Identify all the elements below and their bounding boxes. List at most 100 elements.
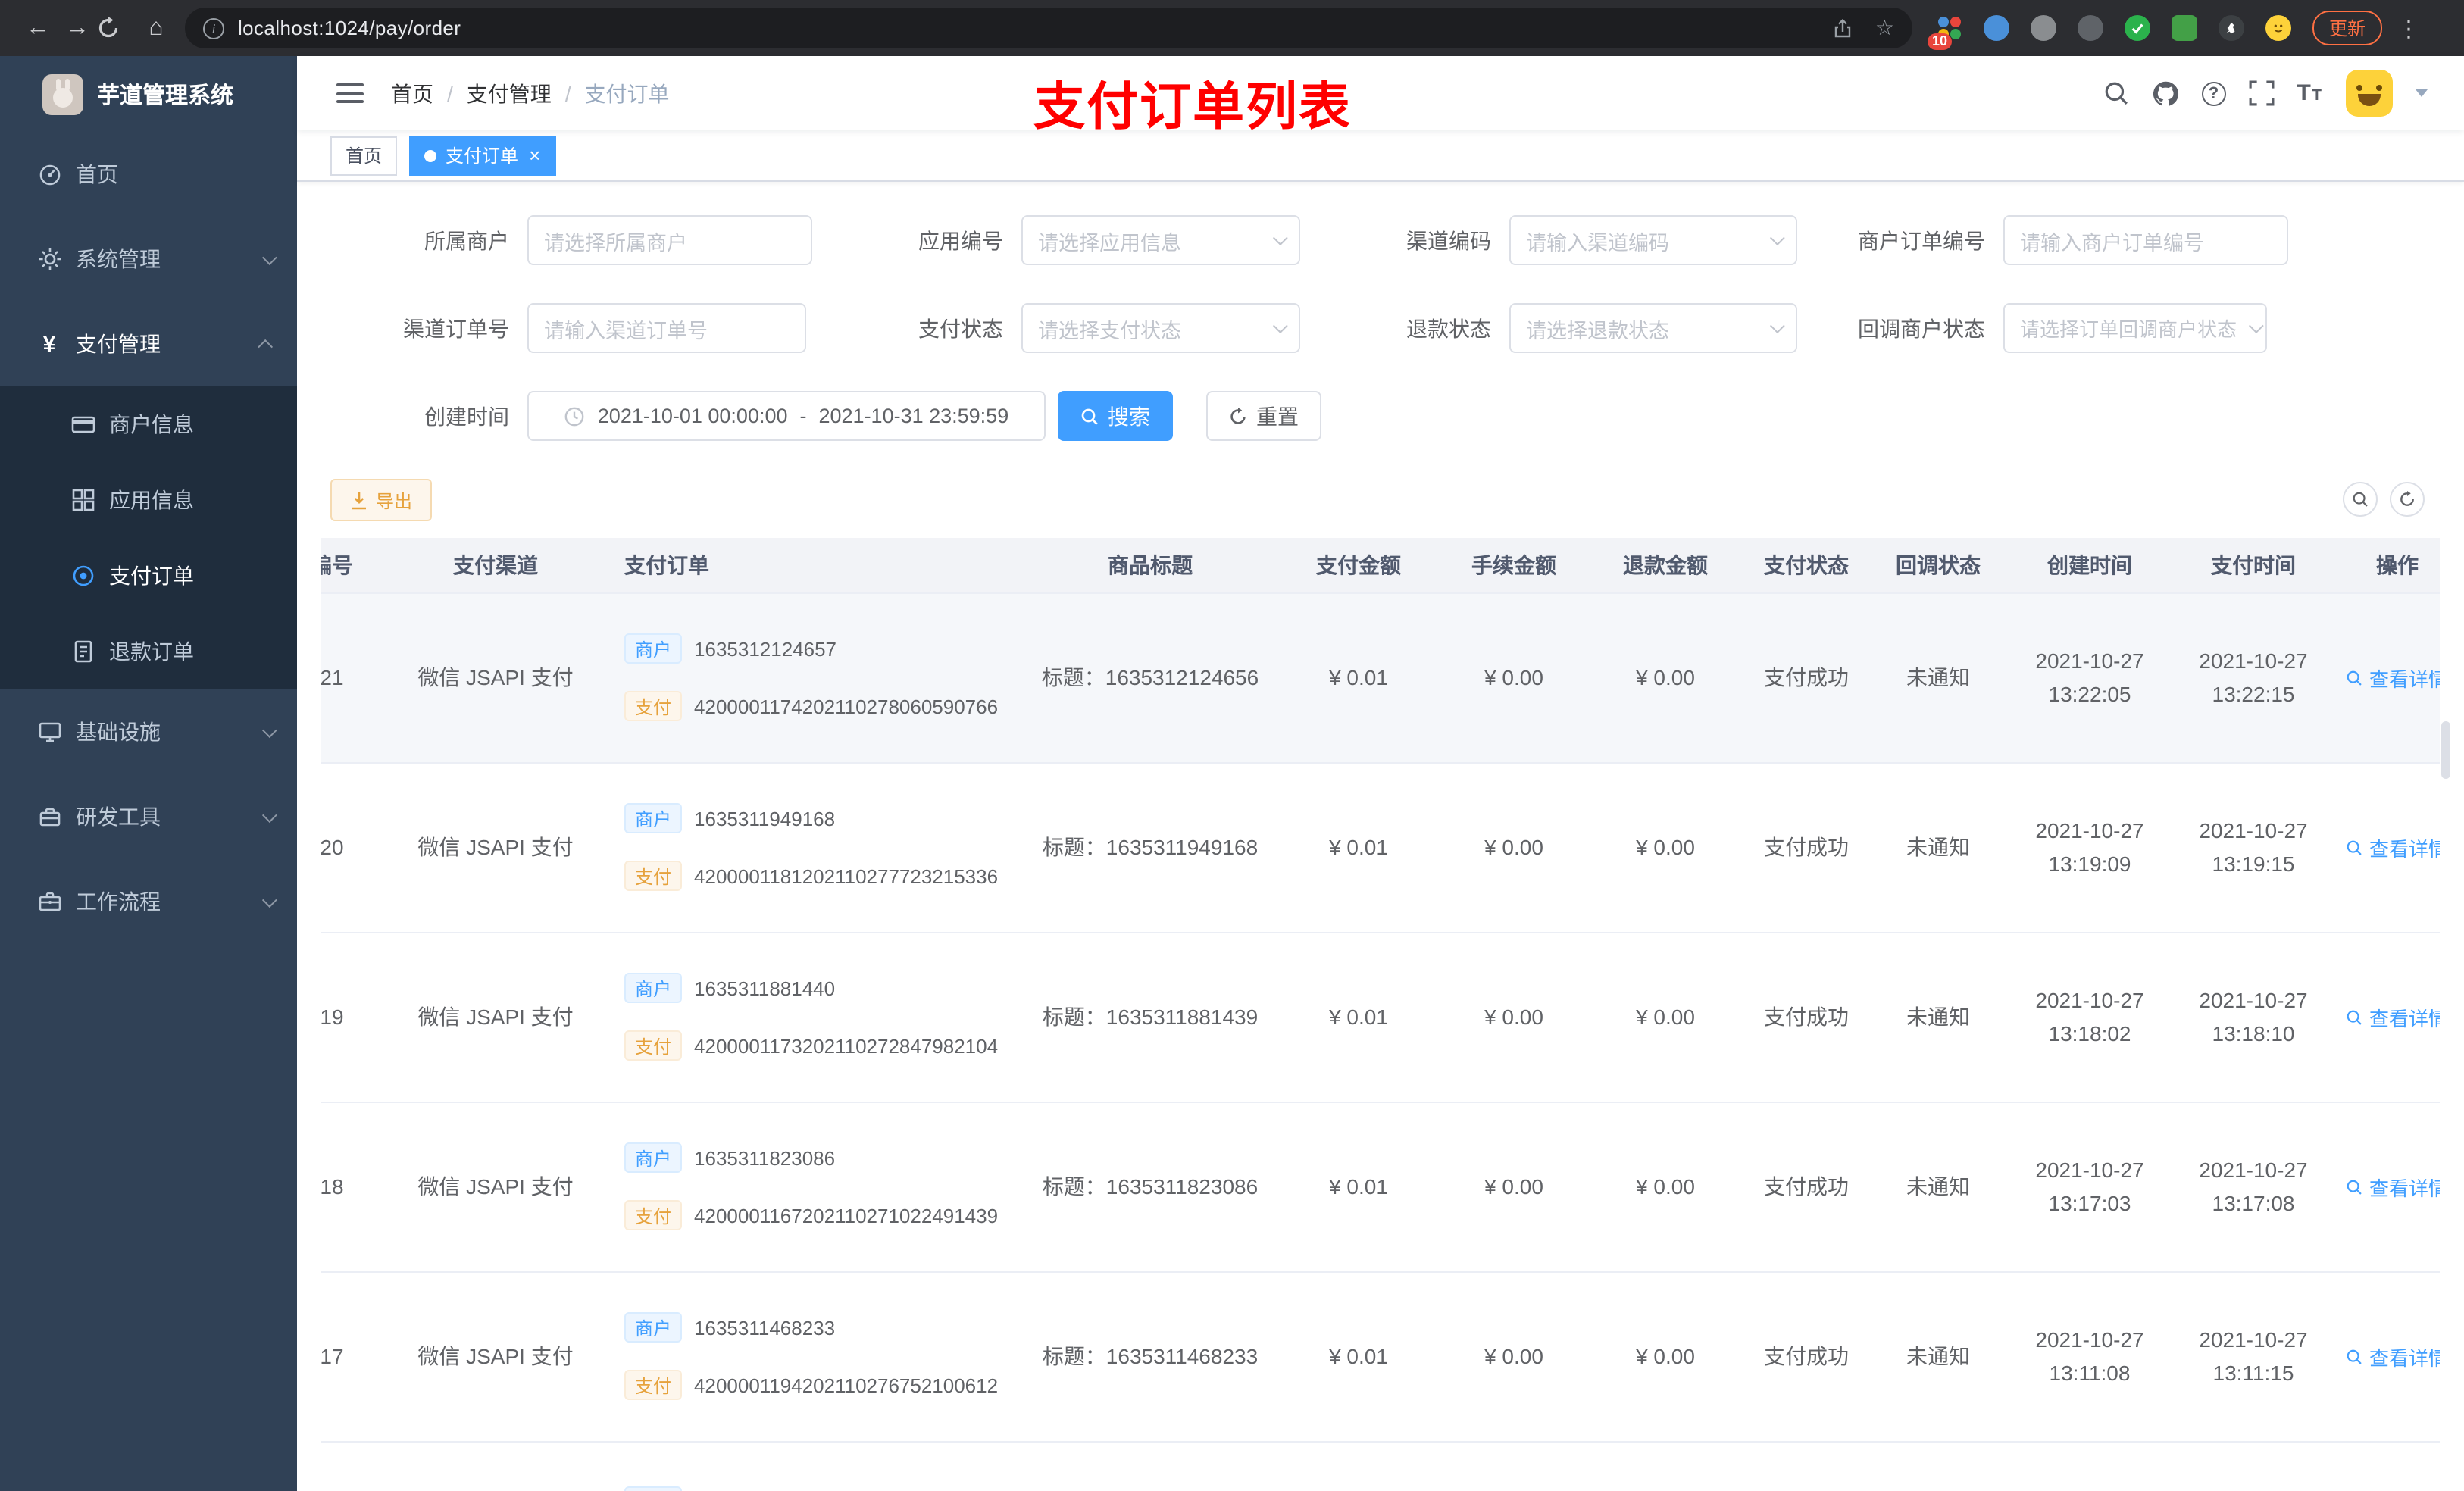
close-tab-icon[interactable]: × bbox=[529, 145, 540, 165]
app-title: 芋道管理系统 bbox=[97, 83, 234, 108]
browser-reload-icon[interactable] bbox=[97, 17, 136, 39]
col-pay-order: 支付订单 bbox=[609, 538, 1021, 593]
merchant-tag: 商户 bbox=[624, 1486, 683, 1491]
check-extension-icon[interactable] bbox=[2125, 15, 2150, 41]
sidebar-item-devtools[interactable]: 研发工具 bbox=[0, 774, 297, 859]
search-button[interactable]: 搜索 bbox=[1058, 391, 1173, 441]
dark-extension-icon[interactable] bbox=[2078, 15, 2103, 41]
table-row[interactable]: 20 微信 JSAPI 支付 商户 1635311949168 支付 4200001… bbox=[321, 762, 2440, 933]
sidebar-item-app-info[interactable]: 应用信息 bbox=[0, 462, 297, 538]
view-detail-icon bbox=[2347, 839, 2362, 855]
grid-icon bbox=[70, 487, 95, 513]
scrollbar-thumb[interactable] bbox=[2441, 721, 2450, 779]
chevron-down-icon bbox=[261, 892, 277, 908]
filter-label: 支付状态 bbox=[918, 316, 1003, 340]
share-icon[interactable] bbox=[1833, 17, 1854, 39]
avatar-dropdown-icon[interactable] bbox=[2416, 89, 2428, 97]
merchant-tag: 商户 bbox=[624, 1142, 683, 1173]
pay-tag: 支付 bbox=[624, 691, 683, 721]
fullscreen-icon[interactable] bbox=[2248, 80, 2274, 106]
sidebar-item-payment[interactable]: ¥ 支付管理 bbox=[0, 302, 297, 386]
merchant-order-no-input[interactable]: 请输入商户订单编号 bbox=[2003, 215, 2288, 265]
pin-extension-icon[interactable] bbox=[2219, 15, 2244, 41]
view-detail-link[interactable]: 查看详情 bbox=[2347, 833, 2440, 861]
drop-extension-icon[interactable] bbox=[1984, 15, 2009, 41]
sidebar-item-system[interactable]: 系统管理 bbox=[0, 217, 297, 302]
site-info-icon[interactable]: i bbox=[203, 17, 224, 39]
monitor-icon bbox=[36, 719, 62, 745]
browser-chrome: ← → ⌂ i localhost:1024/pay/order ☆ 10 更新… bbox=[0, 0, 2464, 56]
refresh-icon bbox=[2400, 491, 2414, 506]
table-row[interactable]: 19 微信 JSAPI 支付 商户 1635311881440 支付 4200001… bbox=[321, 932, 2440, 1102]
search-icon[interactable] bbox=[2103, 80, 2128, 106]
sidebar-item-label: 应用信息 bbox=[109, 488, 194, 512]
chat-extension-icon[interactable] bbox=[2172, 15, 2197, 41]
table-row[interactable]: 21 微信 JSAPI 支付 商户 1635312124657 支付 4200001… bbox=[321, 592, 2440, 763]
pay-tag: 支付 bbox=[624, 861, 683, 891]
browser-back-icon[interactable]: ← bbox=[18, 14, 58, 42]
github-icon[interactable] bbox=[2151, 80, 2178, 107]
col-refund: 退款金额 bbox=[1590, 538, 1741, 593]
view-detail-link[interactable]: 查看详情 bbox=[2347, 663, 2440, 692]
bookmark-star-icon[interactable]: ☆ bbox=[1875, 15, 1894, 41]
view-detail-link[interactable]: 查看详情 bbox=[2347, 1002, 2440, 1031]
chevron-down-icon bbox=[261, 722, 277, 738]
tab-pay-order[interactable]: 支付订单 × bbox=[409, 136, 556, 175]
filter-label: 创建时间 bbox=[424, 404, 509, 428]
emoji-extension-icon[interactable] bbox=[2265, 15, 2291, 41]
export-button[interactable]: 导出 bbox=[330, 479, 433, 521]
channel-code-select[interactable]: 请输入渠道编码 bbox=[1509, 215, 1797, 265]
browser-address-bar[interactable]: i localhost:1024/pay/order ☆ bbox=[185, 8, 1912, 48]
breadcrumb-home[interactable]: 首页 bbox=[391, 78, 433, 108]
notify-status-select[interactable]: 请选择订单回调商户状态 bbox=[2003, 303, 2267, 353]
sidebar-item-refund-order[interactable]: 退款订单 bbox=[0, 614, 297, 689]
toggle-search-button[interactable] bbox=[2343, 482, 2378, 517]
col-status: 支付状态 bbox=[1741, 538, 1871, 593]
chevron-down-icon bbox=[261, 249, 277, 265]
sidebar-item-pay-order[interactable]: 支付订单 bbox=[0, 538, 297, 614]
merchant-select[interactable]: 请选择所属商户 bbox=[527, 215, 812, 265]
view-detail-icon bbox=[2347, 1179, 2362, 1194]
hamburger-icon[interactable] bbox=[336, 83, 364, 103]
merchant-tag: 商户 bbox=[624, 1312, 683, 1343]
view-detail-link[interactable]: 查看详情 bbox=[2347, 1172, 2440, 1201]
col-channel: 支付渠道 bbox=[382, 538, 609, 593]
view-detail-icon bbox=[2347, 1009, 2362, 1024]
table-row[interactable]: 18 微信 JSAPI 支付 商户 1635311823086 支付 4200001… bbox=[321, 1102, 2440, 1272]
browser-forward-icon[interactable]: → bbox=[58, 14, 97, 42]
table-row-partial[interactable]: 商户1635311151786 bbox=[321, 1441, 2440, 1491]
sidebar-item-infra[interactable]: 基础设施 bbox=[0, 689, 297, 774]
gray-extension-icon[interactable] bbox=[2031, 15, 2056, 41]
sidebar-item-home[interactable]: 首页 bbox=[0, 132, 297, 217]
font-size-icon[interactable]: TT bbox=[2297, 80, 2323, 106]
status-text: 支付成功 bbox=[1741, 932, 1871, 1102]
app-select[interactable]: 请选择应用信息 bbox=[1021, 215, 1300, 265]
extensions-area: 10 bbox=[1928, 15, 2291, 50]
col-create-time: 创建时间 bbox=[2005, 538, 2175, 593]
chevron-down-icon bbox=[1272, 230, 1288, 246]
download-icon bbox=[352, 492, 366, 509]
browser-menu-icon[interactable]: ⋮ bbox=[2397, 14, 2420, 42]
user-avatar[interactable] bbox=[2346, 70, 2393, 117]
reset-button[interactable]: 重置 bbox=[1206, 391, 1321, 441]
extension-grid-icon[interactable]: 10 bbox=[1928, 15, 1962, 50]
channel-order-no-input[interactable]: 请输入渠道订单号 bbox=[527, 303, 806, 353]
help-icon[interactable]: ? bbox=[2201, 81, 2226, 105]
merchant-tag: 商户 bbox=[624, 803, 683, 833]
view-detail-link[interactable]: 查看详情 bbox=[2347, 1342, 2440, 1371]
table-row[interactable]: 17 微信 JSAPI 支付 商户 1635311468233 支付 4200001… bbox=[321, 1271, 2440, 1442]
refresh-table-button[interactable] bbox=[2390, 482, 2425, 517]
pay-status-select[interactable]: 请选择支付状态 bbox=[1021, 303, 1300, 353]
sidebar-item-label: 基础设施 bbox=[76, 720, 161, 744]
browser-home-icon[interactable]: ⌂ bbox=[136, 14, 176, 42]
refund-status-select[interactable]: 请选择退款状态 bbox=[1509, 303, 1797, 353]
chevron-down-icon bbox=[1769, 318, 1785, 334]
breadcrumb-section[interactable]: 支付管理 bbox=[467, 78, 552, 108]
sidebar-item-merchant-info[interactable]: 商户信息 bbox=[0, 386, 297, 462]
browser-update-button[interactable]: 更新 bbox=[2312, 11, 2383, 45]
chevron-down-icon bbox=[2248, 318, 2264, 334]
create-time-range-picker[interactable]: 2021-10-01 00:00:00 - 2021-10-31 23:59:5… bbox=[527, 391, 1046, 441]
annotation-title: 支付订单列表 bbox=[1033, 79, 1352, 136]
tab-home[interactable]: 首页 bbox=[330, 136, 398, 175]
sidebar-item-workflow[interactable]: 工作流程 bbox=[0, 859, 297, 944]
